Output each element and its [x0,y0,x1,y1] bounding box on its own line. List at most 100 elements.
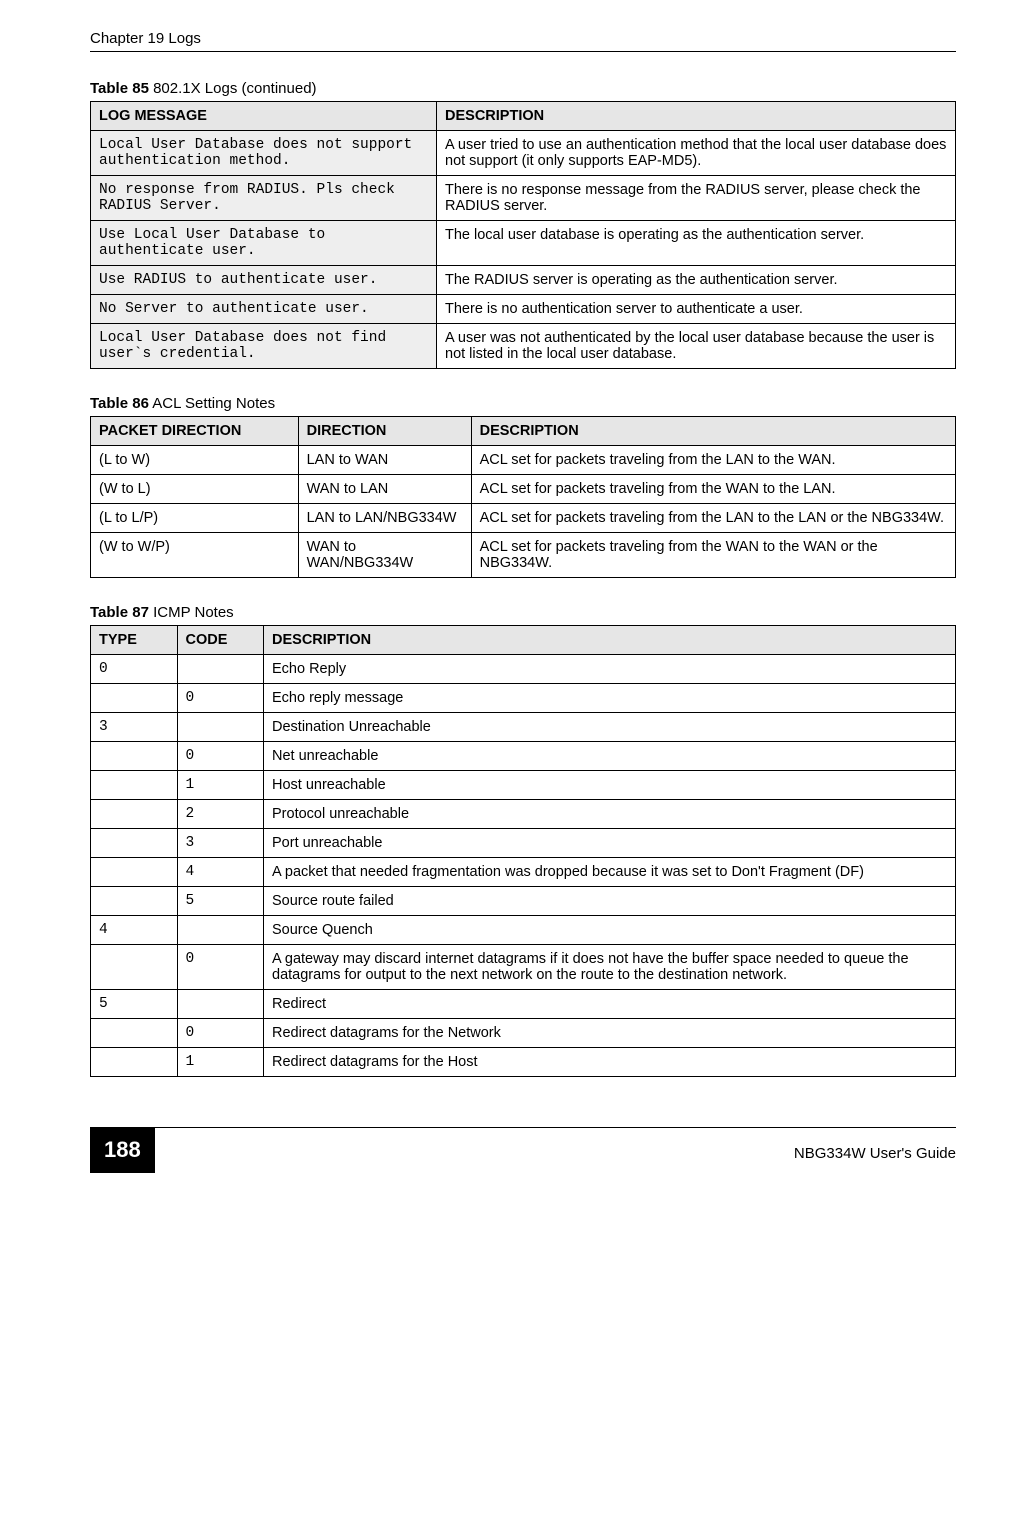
table86-caption: Table 86 ACL Setting Notes [90,395,956,412]
running-header: Chapter 19 Logs [90,30,956,52]
type-cell [91,829,178,858]
log-message-cell: Use RADIUS to authenticate user. [91,266,437,295]
table86-caption-rest: ACL Setting Notes [149,395,275,412]
table-row: No Server to authenticate user.There is … [91,295,956,324]
description-cell: ACL set for packets traveling from the W… [471,475,955,504]
description-cell: A user tried to use an authentication me… [437,131,956,176]
table-row: (L to L/P)LAN to LAN/NBG334WACL set for … [91,504,956,533]
table86-header-dir: DIRECTION [298,417,471,446]
table-row: No response from RADIUS. Pls check RADIU… [91,176,956,221]
type-cell [91,945,178,990]
table-row: (L to W)LAN to WANACL set for packets tr… [91,446,956,475]
code-cell: 5 [177,887,264,916]
description-cell: Host unreachable [264,771,956,800]
table-row: (W to L)WAN to LANACL set for packets tr… [91,475,956,504]
table87-caption: Table 87 ICMP Notes [90,604,956,621]
type-cell [91,887,178,916]
table85-header-msg: LOG MESSAGE [91,102,437,131]
type-cell [91,1019,178,1048]
type-cell [91,858,178,887]
table85-caption-rest: 802.1X Logs (continued) [149,80,317,97]
description-cell: Redirect [264,990,956,1019]
description-cell: Echo Reply [264,655,956,684]
table-row: 3Port unreachable [91,829,956,858]
table-row: 5Source route failed [91,887,956,916]
description-cell: There is no authentication server to aut… [437,295,956,324]
table87-header-code: CODE [177,626,264,655]
log-message-cell: No response from RADIUS. Pls check RADIU… [91,176,437,221]
log-message-cell: Local User Database does not find user`s… [91,324,437,369]
description-cell: Source route failed [264,887,956,916]
table85-header-desc: DESCRIPTION [437,102,956,131]
table-row: 5 Redirect [91,990,956,1019]
code-cell [177,713,264,742]
type-cell: 0 [91,655,178,684]
description-cell: Redirect datagrams for the Host [264,1048,956,1077]
description-cell: There is no response message from the RA… [437,176,956,221]
code-cell [177,655,264,684]
description-cell: Net unreachable [264,742,956,771]
table87-caption-rest: ICMP Notes [149,604,234,621]
description-cell: Port unreachable [264,829,956,858]
log-message-cell: No Server to authenticate user. [91,295,437,324]
type-cell [91,800,178,829]
table87: TYPE CODE DESCRIPTION 0Echo Reply0Echo r… [90,625,956,1077]
description-cell: ACL set for packets traveling from the L… [471,446,955,475]
guide-name: NBG334W User's Guide [794,1139,956,1162]
type-cell [91,684,178,713]
description-cell: Redirect datagrams for the Network [264,1019,956,1048]
type-cell: 3 [91,713,178,742]
table86: PACKET DIRECTION DIRECTION DESCRIPTION (… [90,416,956,578]
table85-caption-bold: Table 85 [90,80,149,97]
direction-cell: WAN to LAN [298,475,471,504]
type-cell [91,771,178,800]
code-cell: 1 [177,1048,264,1077]
description-cell: Source Quench [264,916,956,945]
type-cell: 5 [91,990,178,1019]
code-cell: 0 [177,945,264,990]
table85: LOG MESSAGE DESCRIPTION Local User Datab… [90,101,956,369]
table-row: 0Net unreachable [91,742,956,771]
code-cell: 3 [177,829,264,858]
packet-direction-cell: (W to W/P) [91,533,299,578]
type-cell: 4 [91,916,178,945]
packet-direction-cell: (L to L/P) [91,504,299,533]
table-row: (W to W/P)WAN to WAN/NBG334WACL set for … [91,533,956,578]
table-row: Use Local User Database to authenticate … [91,221,956,266]
table-row: 0A gateway may discard internet datagram… [91,945,956,990]
description-cell: A user was not authenticated by the loca… [437,324,956,369]
code-cell [177,990,264,1019]
description-cell: ACL set for packets traveling from the W… [471,533,955,578]
table-row: 4A packet that needed fragmentation was … [91,858,956,887]
code-cell: 1 [177,771,264,800]
table86-caption-bold: Table 86 [90,395,149,412]
log-message-cell: Use Local User Database to authenticate … [91,221,437,266]
table-row: Use RADIUS to authenticate user.The RADI… [91,266,956,295]
table-row: 1Host unreachable [91,771,956,800]
table-row: 3 Destination Unreachable [91,713,956,742]
description-cell: Protocol unreachable [264,800,956,829]
table86-header-desc: DESCRIPTION [471,417,955,446]
header-left: Chapter 19 Logs [90,30,201,47]
packet-direction-cell: (W to L) [91,475,299,504]
description-cell: Destination Unreachable [264,713,956,742]
log-message-cell: Local User Database does not support aut… [91,131,437,176]
table87-header-type: TYPE [91,626,178,655]
table-row: 4 Source Quench [91,916,956,945]
direction-cell: LAN to LAN/NBG334W [298,504,471,533]
code-cell: 2 [177,800,264,829]
table-row: 1Redirect datagrams for the Host [91,1048,956,1077]
table-row: 0Redirect datagrams for the Network [91,1019,956,1048]
direction-cell: LAN to WAN [298,446,471,475]
table-row: 2Protocol unreachable [91,800,956,829]
table86-header-pd: PACKET DIRECTION [91,417,299,446]
description-cell: The local user database is operating as … [437,221,956,266]
type-cell [91,1048,178,1077]
code-cell [177,916,264,945]
description-cell: A packet that needed fragmentation was d… [264,858,956,887]
description-cell: A gateway may discard internet datagrams… [264,945,956,990]
table87-header-desc: DESCRIPTION [264,626,956,655]
table-row: Local User Database does not find user`s… [91,324,956,369]
table-row: 0 Echo Reply [91,655,956,684]
code-cell: 0 [177,684,264,713]
